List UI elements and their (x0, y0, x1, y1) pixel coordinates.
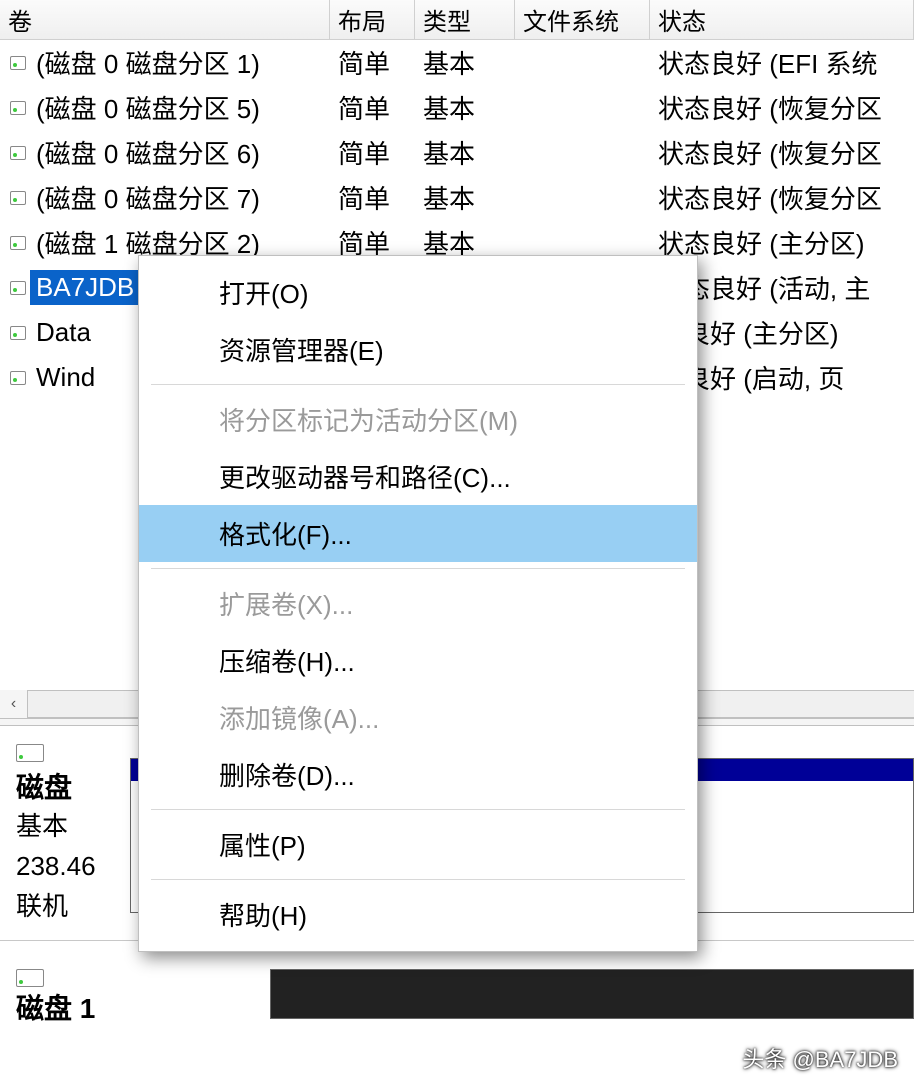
menu-item[interactable]: 更改驱动器号和路径(C)... (139, 448, 697, 505)
col-layout[interactable]: 布局 (330, 0, 415, 39)
disk0-type: 基本 (16, 806, 120, 846)
disk-icon (0, 56, 30, 70)
disk-icon (0, 236, 30, 250)
volume-row[interactable]: (磁盘 0 磁盘分区 5) 简单基本 状态良好 (恢复分区 (0, 85, 914, 130)
disk-1-panel: 磁盘 1 (0, 940, 914, 1037)
disk0-title: 磁盘 (16, 766, 120, 806)
volume-status: 状态良好 (EFI 系统 (650, 44, 914, 81)
disk-icon (0, 326, 30, 340)
disk-icon (0, 371, 30, 385)
col-volume[interactable]: 卷 (0, 0, 330, 39)
menu-item: 将分区标记为活动分区(M) (139, 391, 697, 448)
menu-item[interactable]: 压缩卷(H)... (139, 632, 697, 689)
menu-item[interactable]: 帮助(H) (139, 886, 697, 943)
disk-icon (0, 191, 30, 205)
col-status[interactable]: 状态 (650, 0, 914, 39)
disk-icon (16, 744, 44, 762)
menu-separator (151, 384, 685, 385)
disk-icon (0, 101, 30, 115)
volume-name: (磁盘 0 磁盘分区 7) (30, 177, 266, 218)
volume-layout: 简单 (330, 44, 415, 81)
volume-type: 基本 (415, 44, 515, 81)
menu-separator (151, 809, 685, 810)
menu-item[interactable]: 删除卷(D)... (139, 746, 697, 803)
volume-layout: 简单 (330, 134, 415, 171)
menu-item: 添加镜像(A)... (139, 689, 697, 746)
volume-type: 基本 (415, 179, 515, 216)
disk-icon (0, 146, 30, 160)
disk0-size: 238.46 (16, 846, 120, 886)
volume-type: 基本 (415, 134, 515, 171)
volume-layout: 简单 (330, 179, 415, 216)
volume-layout: 简单 (330, 89, 415, 126)
menu-separator (151, 879, 685, 880)
volume-name: (磁盘 0 磁盘分区 6) (30, 132, 266, 173)
watermark: 头条 @BA7JDB (742, 1042, 898, 1074)
volume-row[interactable]: (磁盘 0 磁盘分区 6) 简单基本 状态良好 (恢复分区 (0, 130, 914, 175)
volume-name: Wind (30, 360, 101, 395)
disk-icon (16, 969, 44, 987)
menu-item[interactable]: 资源管理器(E) (139, 321, 697, 378)
scroll-left-button[interactable]: ‹ (0, 690, 28, 718)
menu-item: 扩展卷(X)... (139, 575, 697, 632)
menu-separator (151, 568, 685, 569)
column-header-row: 卷 布局 类型 文件系统 状态 (0, 0, 914, 40)
volume-status: 状态良好 (恢复分区 (650, 89, 914, 126)
col-fs[interactable]: 文件系统 (515, 0, 650, 39)
disk0-state: 联机 (16, 886, 120, 926)
col-type[interactable]: 类型 (415, 0, 515, 39)
menu-item[interactable]: 属性(P) (139, 816, 697, 873)
volume-row[interactable]: (磁盘 0 磁盘分区 1) 简单基本 状态良好 (EFI 系统 (0, 40, 914, 85)
context-menu: 打开(O)资源管理器(E) 将分区标记为活动分区(M)更改驱动器号和路径(C)..… (138, 255, 698, 952)
partition-block[interactable] (270, 969, 914, 1019)
disk1-title: 磁盘 1 (16, 993, 95, 1024)
volume-type: 基本 (415, 89, 515, 126)
volume-row[interactable]: (磁盘 0 磁盘分区 7) 简单基本 状态良好 (恢复分区 (0, 175, 914, 220)
volume-name: (磁盘 0 磁盘分区 5) (30, 87, 266, 128)
menu-item[interactable]: 格式化(F)... (139, 505, 697, 562)
volume-name: Data (30, 315, 97, 350)
disk-icon (0, 281, 30, 295)
volume-status: 状态良好 (恢复分区 (650, 134, 914, 171)
volume-name: (磁盘 0 磁盘分区 1) (30, 42, 266, 83)
volume-status: 状态良好 (恢复分区 (650, 179, 914, 216)
menu-item[interactable]: 打开(O) (139, 264, 697, 321)
